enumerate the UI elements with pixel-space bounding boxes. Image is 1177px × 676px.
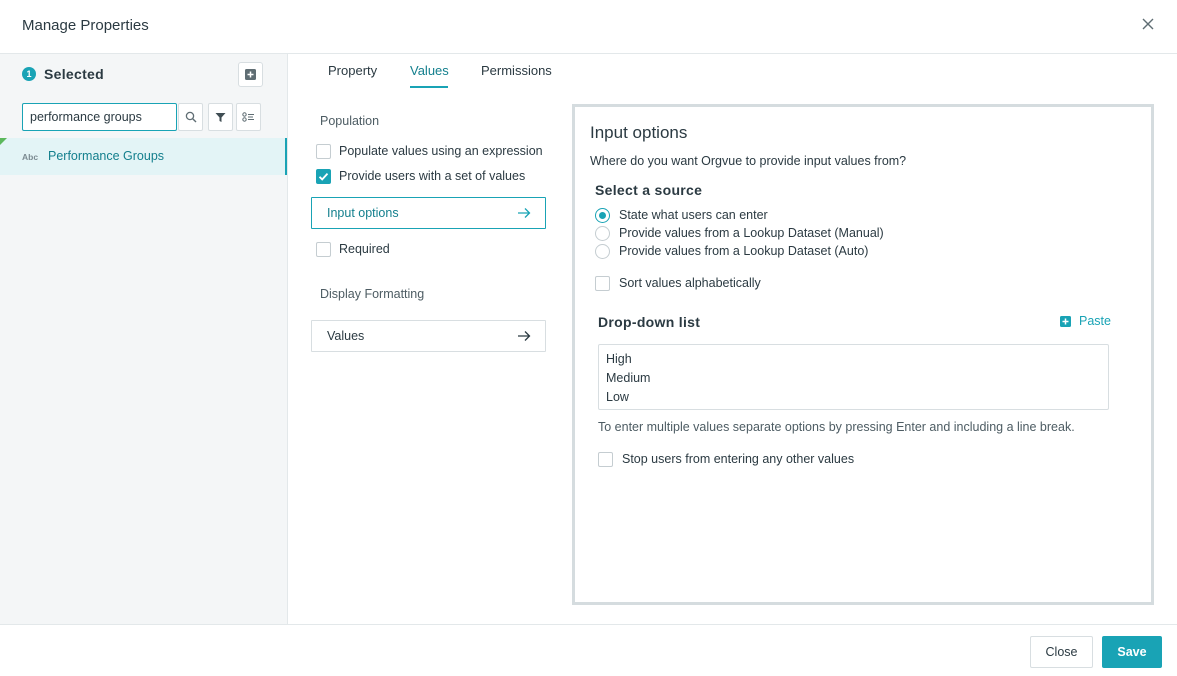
set-of-values-checkbox[interactable] [316,169,331,184]
close-button[interactable]: Close [1030,636,1093,668]
plus-square-icon [1060,315,1071,327]
values-format-button[interactable]: Values [311,320,546,352]
active-tab-indicator [410,86,448,88]
required-checkbox[interactable] [316,242,331,257]
filter-icon [215,112,226,122]
search-button[interactable] [178,103,203,131]
set-of-values-label: Provide users with a set of values [339,169,526,183]
search-input[interactable] [22,103,177,131]
dropdown-value: Medium [606,371,651,385]
selected-count-badge: 1 [22,67,36,81]
expression-label: Populate values using an expression [339,144,543,158]
plus-square-icon [245,69,256,80]
dropdown-hint: To enter multiple values separate option… [598,420,1075,434]
dialog-title: Manage Properties [22,17,149,34]
population-heading: Population [320,114,380,128]
tab-values[interactable]: Values [410,63,449,78]
source-radio-lookup-auto[interactable] [595,244,610,259]
tab-property[interactable]: Property [328,63,377,78]
expression-checkbox[interactable] [316,144,331,159]
input-options-label: Input options [327,206,399,220]
source-label-lookup-auto: Provide values from a Lookup Dataset (Au… [619,244,869,258]
stop-other-values-label: Stop users from entering any other value… [622,452,855,466]
source-label-state: State what users can enter [619,208,768,222]
source-radio-state[interactable] [595,208,610,223]
values-format-label: Values [327,329,365,343]
input-options-button[interactable]: Input options [311,197,546,229]
filter-button[interactable] [208,103,233,131]
arrow-right-icon [518,331,531,341]
input-options-panel: Input options Where do you want Orgvue t… [572,104,1154,605]
panel-title: Input options [590,123,688,142]
sidebar-item-label: Performance Groups [48,149,165,163]
list-options-icon [242,112,254,122]
source-radio-lookup-manual[interactable] [595,226,610,241]
new-item-marker [0,138,7,145]
source-label-lookup-manual: Provide values from a Lookup Dataset (Ma… [619,226,884,240]
panel-subtitle: Where do you want Orgvue to provide inpu… [590,154,907,168]
dropdown-value: Low [606,390,629,404]
dialog-header: Manage Properties [0,0,1177,54]
tab-permissions[interactable]: Permissions [481,63,552,78]
close-icon[interactable] [1139,15,1157,33]
check-icon [318,172,329,181]
text-type-badge: Abc [22,152,39,162]
arrow-right-icon [518,208,531,218]
save-button[interactable]: Save [1102,636,1162,668]
paste-label: Paste [1079,314,1111,328]
paste-button[interactable]: Paste [1060,314,1111,328]
property-sidebar: 1 Selected Abc Performance Groups [0,54,288,624]
dropdown-value: High [606,352,632,366]
options-button[interactable] [236,103,261,131]
search-icon [185,111,196,123]
add-property-button[interactable] [238,62,263,87]
sidebar-item-performance-groups[interactable]: Abc Performance Groups [0,138,287,175]
dialog-footer: Close Save [0,624,1177,676]
display-formatting-heading: Display Formatting [320,287,425,301]
source-heading: Select a source [595,182,703,198]
required-label: Required [339,242,390,256]
dropdown-heading: Drop-down list [598,314,701,330]
selected-label: Selected [44,66,104,82]
sort-label: Sort values alphabetically [619,276,761,290]
sort-checkbox[interactable] [595,276,610,291]
stop-other-values-checkbox[interactable] [598,452,613,467]
dropdown-values-textarea[interactable]: High Medium Low [598,344,1109,410]
